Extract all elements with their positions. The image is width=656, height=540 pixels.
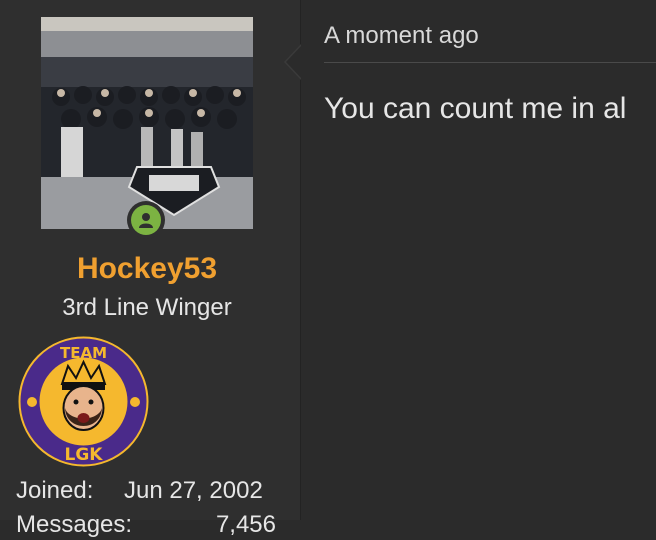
post-timestamp[interactable]: A moment ago xyxy=(324,20,479,52)
stat-value: Jun 27, 2002 xyxy=(124,477,263,504)
badge-text-bottom: LGK xyxy=(65,445,104,465)
stat-value: 7,456 xyxy=(215,511,276,538)
user-avatar[interactable] xyxy=(41,17,253,229)
online-status xyxy=(127,201,165,239)
post-body: You can count me in al xyxy=(324,92,627,125)
user-rank: 3rd Line Winger xyxy=(62,294,232,321)
stat-label: Joined: xyxy=(16,477,94,504)
badge-text-top: TEAM xyxy=(60,344,107,362)
username[interactable]: Hockey53 xyxy=(0,250,294,288)
user-sidebar: Hockey53 3rd Line Winger TEAM LGK Joined… xyxy=(0,0,301,538)
stat-label: Messages: xyxy=(16,511,133,538)
user-online-icon xyxy=(131,205,161,235)
stat-messages: Messages: 7,456 xyxy=(16,510,276,540)
post-divider xyxy=(324,62,656,63)
team-badge: TEAM LGK xyxy=(18,336,149,467)
post-arrow-inner xyxy=(286,45,302,79)
avatar-photo xyxy=(41,17,253,229)
stat-joined: Joined: Jun 27, 2002 xyxy=(16,476,263,506)
